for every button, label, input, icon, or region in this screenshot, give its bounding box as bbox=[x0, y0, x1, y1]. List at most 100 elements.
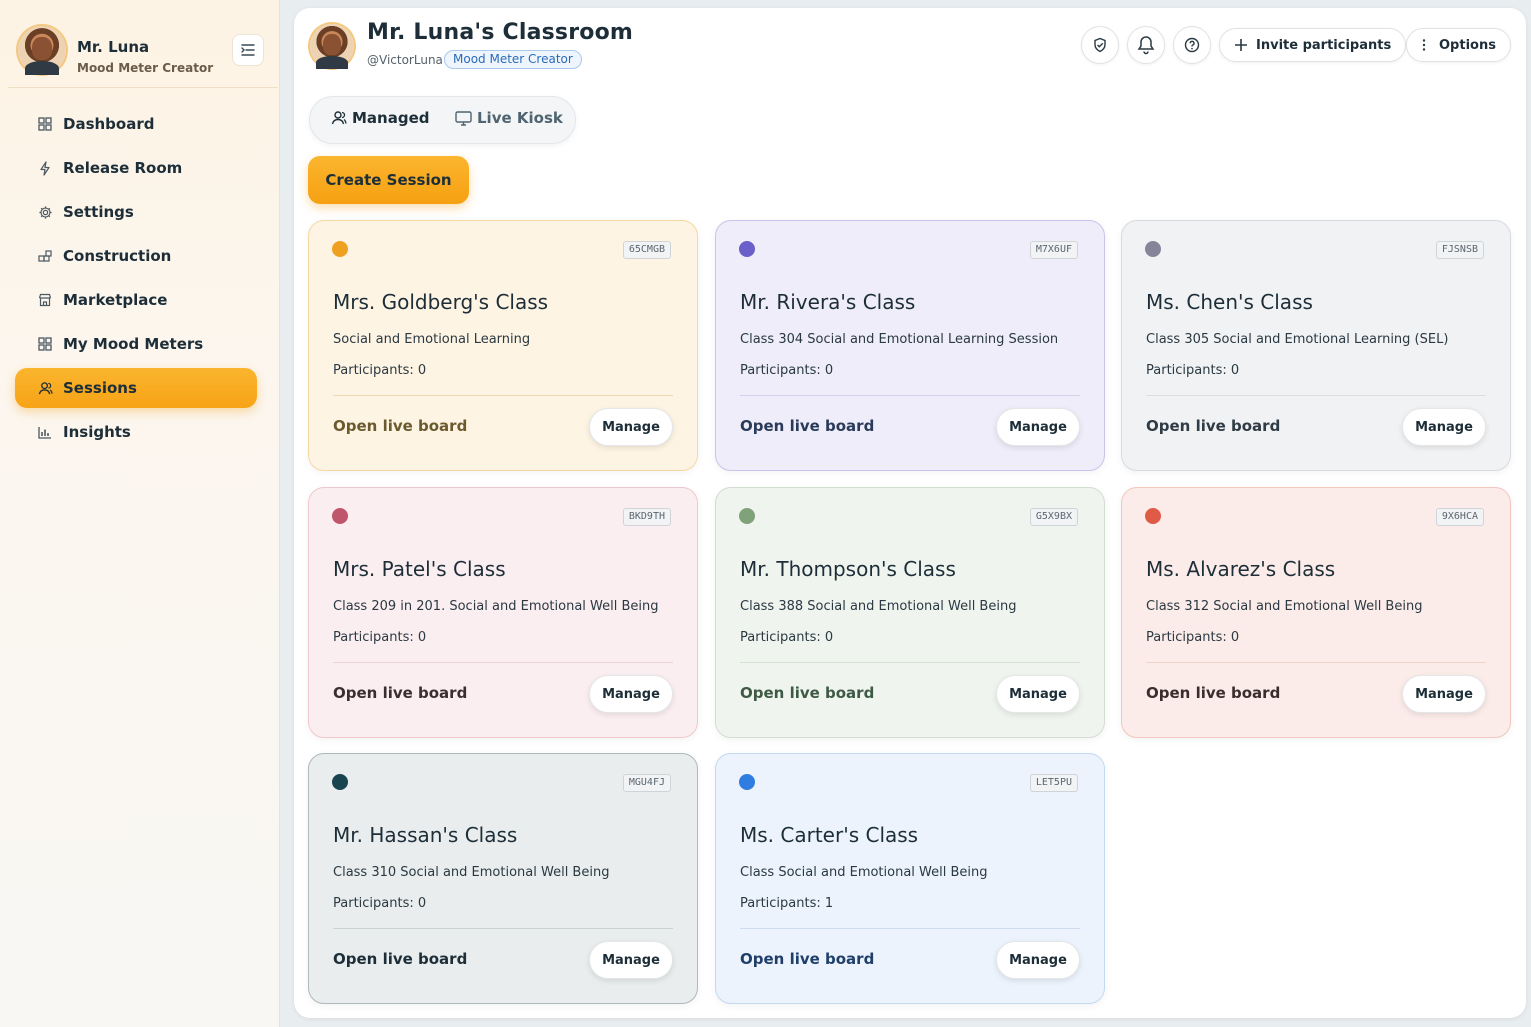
session-code: G5X9BX bbox=[1029, 508, 1078, 526]
bell-icon bbox=[1137, 36, 1155, 55]
session-description: Class Social and Emotional Well Being bbox=[740, 865, 988, 880]
sidebar-item-label: Construction bbox=[63, 247, 172, 265]
invite-participants-button[interactable]: Invite participants bbox=[1219, 28, 1407, 62]
session-card: M7X6UF Mr. Rivera's Class Class 304 Social… bbox=[715, 220, 1105, 471]
lightning-icon bbox=[37, 160, 53, 176]
session-participants: Participants: 0 bbox=[740, 630, 834, 645]
session-description: Class 209 in 201. Social and Emotional W… bbox=[333, 599, 659, 614]
session-color-dot bbox=[739, 508, 755, 524]
create-session-button[interactable]: Create Session bbox=[308, 156, 469, 204]
open-live-board-link[interactable]: Open live board bbox=[740, 950, 874, 968]
session-card: MGU4FJ Mr. Hassan's Class Class 310 Social… bbox=[308, 753, 698, 1004]
manage-button[interactable]: Manage bbox=[996, 408, 1080, 446]
session-participants: Participants: 0 bbox=[740, 363, 834, 378]
open-live-board-link[interactable]: Open live board bbox=[333, 684, 467, 702]
session-name: Mr. Hassan's Class bbox=[333, 823, 518, 847]
session-color-dot bbox=[1145, 508, 1161, 524]
sidebar-item-dashboard[interactable]: Dashboard bbox=[15, 104, 257, 144]
manage-button[interactable]: Manage bbox=[996, 675, 1080, 713]
page-title: Mr. Luna's Classroom bbox=[367, 20, 634, 45]
card-divider bbox=[740, 662, 1080, 663]
sidebar-item-construction[interactable]: Construction bbox=[15, 236, 257, 276]
open-live-board-link[interactable]: Open live board bbox=[1146, 684, 1280, 702]
session-color-dot bbox=[739, 241, 755, 257]
sidebar: Mr. Luna Mood Meter Creator Dashboard Rel… bbox=[0, 0, 280, 1027]
avatar bbox=[18, 26, 66, 75]
session-card: BKD9TH Mrs. Patel's Class Class 209 in 201… bbox=[308, 487, 698, 738]
help-circle-icon bbox=[1184, 37, 1200, 53]
grid-icon bbox=[37, 116, 53, 132]
session-name: Ms. Alvarez's Class bbox=[1146, 557, 1336, 581]
open-live-board-link[interactable]: Open live board bbox=[740, 684, 874, 702]
manage-button[interactable]: Manage bbox=[589, 675, 673, 713]
sidebar-item-my-mood-meters[interactable]: My Mood Meters bbox=[15, 324, 257, 364]
open-live-board-link[interactable]: Open live board bbox=[740, 417, 874, 435]
tab-managed[interactable]: Managed bbox=[331, 109, 430, 127]
session-color-dot bbox=[332, 508, 348, 524]
manage-button[interactable]: Manage bbox=[996, 941, 1080, 979]
session-participants: Participants: 0 bbox=[1146, 630, 1240, 645]
session-card: FJSNSB Ms. Chen's Class Class 305 Social a… bbox=[1121, 220, 1511, 471]
tab-live-kiosk[interactable]: Live Kiosk bbox=[455, 109, 563, 127]
tab-managed-label: Managed bbox=[352, 109, 430, 127]
options-button[interactable]: Options bbox=[1406, 28, 1511, 62]
plus-icon bbox=[1235, 39, 1247, 51]
users-icon bbox=[37, 380, 53, 396]
open-live-board-link[interactable]: Open live board bbox=[333, 417, 467, 435]
sidebar-item-sessions[interactable]: Sessions bbox=[15, 368, 257, 408]
manage-button[interactable]: Manage bbox=[1402, 675, 1486, 713]
card-divider bbox=[740, 928, 1080, 929]
card-divider bbox=[740, 395, 1080, 396]
session-description: Class 305 Social and Emotional Learning … bbox=[1146, 332, 1449, 347]
sidebar-item-marketplace[interactable]: Marketplace bbox=[15, 280, 257, 320]
session-card: 65CMGB Mrs. Goldberg's Class Social and Em… bbox=[308, 220, 698, 471]
manage-button[interactable]: Manage bbox=[589, 941, 673, 979]
open-live-board-link[interactable]: Open live board bbox=[1146, 417, 1280, 435]
card-divider bbox=[1146, 395, 1486, 396]
session-code: 65CMGB bbox=[622, 241, 671, 259]
open-live-board-link[interactable]: Open live board bbox=[333, 950, 467, 968]
sidebar-item-insights[interactable]: Insights bbox=[15, 412, 257, 452]
session-name: Mrs. Goldberg's Class bbox=[333, 290, 549, 314]
session-participants: Participants: 0 bbox=[1146, 363, 1240, 378]
sidebar-item-label: My Mood Meters bbox=[63, 335, 204, 353]
gear-icon bbox=[37, 204, 53, 220]
menu-collapse-icon bbox=[241, 44, 255, 56]
session-name: Mr. Thompson's Class bbox=[740, 557, 956, 581]
card-divider bbox=[333, 928, 673, 929]
sidebar-item-release-room[interactable]: Release Room bbox=[15, 148, 257, 188]
session-participants: Participants: 0 bbox=[333, 630, 427, 645]
session-card: LET5PU Ms. Carter's Class Class Social and… bbox=[715, 753, 1105, 1004]
sidebar-item-settings[interactable]: Settings bbox=[15, 192, 257, 232]
blocks-icon bbox=[37, 248, 53, 264]
session-participants: Participants: 0 bbox=[333, 896, 427, 911]
session-color-dot bbox=[332, 241, 348, 257]
manage-button[interactable]: Manage bbox=[1402, 408, 1486, 446]
notifications-button[interactable] bbox=[1127, 26, 1165, 64]
card-divider bbox=[333, 395, 673, 396]
session-name: Mr. Rivera's Class bbox=[740, 290, 916, 314]
session-code: MGU4FJ bbox=[622, 774, 671, 792]
session-name: Ms. Chen's Class bbox=[1146, 290, 1313, 314]
manage-button[interactable]: Manage bbox=[589, 408, 673, 446]
session-participants: Participants: 1 bbox=[740, 896, 834, 911]
help-button[interactable] bbox=[1173, 26, 1211, 64]
sidebar-item-label: Insights bbox=[63, 423, 131, 441]
store-icon bbox=[37, 292, 53, 308]
collapse-sidebar-button[interactable] bbox=[232, 34, 264, 66]
session-description: Class 312 Social and Emotional Well Bein… bbox=[1146, 599, 1423, 614]
session-name: Ms. Carter's Class bbox=[740, 823, 919, 847]
session-description: Class 304 Social and Emotional Learning … bbox=[740, 332, 1059, 347]
main-panel: Mr. Luna's Classroom @VictorLuna Mood Me… bbox=[294, 8, 1526, 1018]
sidebar-item-label: Sessions bbox=[63, 379, 137, 397]
sidebar-nav: Dashboard Release Room Settings Constructio… bbox=[15, 104, 257, 456]
profile-name: Mr. Luna bbox=[77, 38, 150, 56]
session-tabs: Managed Live Kiosk bbox=[309, 96, 576, 144]
session-description: Social and Emotional Learning bbox=[333, 332, 531, 347]
user-handle: @VictorLuna bbox=[367, 53, 443, 67]
tab-live-kiosk-label: Live Kiosk bbox=[477, 109, 563, 127]
security-button[interactable] bbox=[1081, 26, 1119, 64]
session-card: 9X6HCA Ms. Alvarez's Class Class 312 Socia… bbox=[1121, 487, 1511, 738]
sidebar-item-label: Release Room bbox=[63, 159, 183, 177]
options-label: Options bbox=[1439, 37, 1496, 53]
